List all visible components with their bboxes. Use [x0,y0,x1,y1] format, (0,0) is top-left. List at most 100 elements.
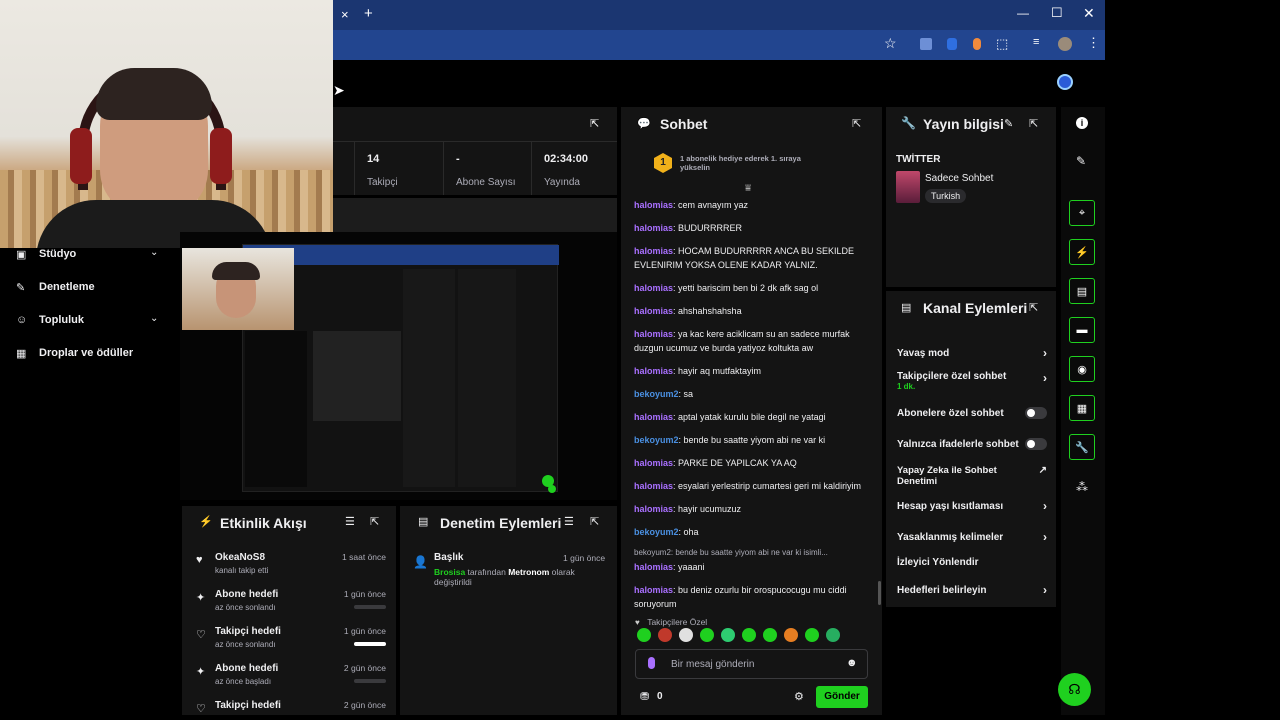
sidebar-item-topluluk[interactable]: ☺ Topluluk ⌄ [16,313,166,328]
help-button[interactable]: ☊ [1058,673,1091,706]
filter-icon[interactable]: ⩸ [745,183,751,194]
chat-username[interactable]: bekoyum2 [634,435,679,445]
wrench-icon: ✎ [16,282,26,294]
rail-wrench-button[interactable]: 🔧 [1069,434,1095,460]
chat-username[interactable]: halomias [634,366,673,376]
chat-username[interactable]: bekoyum2 [634,389,679,399]
filter-lines-icon[interactable]: ☰ [345,515,355,528]
popout-icon[interactable]: ⇱ [590,515,599,528]
chat-username[interactable]: halomias [634,481,673,491]
profile-avatar[interactable] [1058,37,1072,51]
set-goals-row[interactable]: Hedefleri belirleyin › [897,583,1047,597]
chat-username[interactable]: halomias [634,200,673,210]
subscribers-only-row: Abonelere özel sohbet [897,407,1047,419]
mic-icon[interactable] [648,657,655,669]
sidebar-item-label: Droplar ve ödüller [39,347,134,359]
emote-icon[interactable] [784,628,798,642]
new-tab-button[interactable]: + [364,5,373,22]
sidebar-item-denetleme[interactable]: ✎ Denetleme [16,281,166,295]
emote-icon[interactable] [679,628,693,642]
emote-icon[interactable] [805,628,819,642]
feed-item[interactable]: ♡ Takipçi hedefi 2 gün önce [196,700,386,715]
emote-icon[interactable] [721,628,735,642]
feed-item[interactable]: ✦ Abone hedefi az önce sonlandı 1 gün ön… [196,589,386,617]
raid-row[interactable]: İzleyici Yönlendir [897,557,1047,568]
rail-note-button[interactable]: ▤ [1069,278,1095,304]
translate-icon[interactable] [920,38,932,50]
chat-username[interactable]: halomias [634,306,673,316]
edit-icon[interactable]: ✎ [1004,117,1013,130]
info-icon[interactable]: i [1076,117,1088,129]
mod-item-desc: Brosisa tarafından Metronom olarak değiş… [434,567,609,587]
sidebar-item-studyo[interactable]: ▣ Stüdyo ⌄ [16,247,166,262]
mod-actor[interactable]: Brosisa [434,567,465,577]
emote-icon[interactable] [763,628,777,642]
close-window-button[interactable]: ✕ [1083,5,1095,22]
chat-username[interactable]: halomias [634,412,673,422]
feed-item[interactable]: ✦ Abone hedefi az önce başladı 2 gün önc… [196,663,386,691]
feed-item[interactable]: ♡ Takipçi hedefi az önce sonlandı 1 gün … [196,626,386,654]
chat-username[interactable]: halomias [634,283,673,293]
emote-icon[interactable] [658,628,672,642]
emoji-icon[interactable]: ☻ [846,657,858,669]
rail-broadcast-button[interactable]: ◉ [1069,356,1095,382]
emote-only-toggle[interactable] [1025,438,1047,450]
rail-card-button[interactable]: ▦ [1069,395,1095,421]
language-tag[interactable]: Turkish [925,189,967,203]
account-age-row[interactable]: Hesap yaşı kısıtlaması › [897,499,1047,513]
emote-icon[interactable] [637,628,651,642]
chat-username[interactable]: halomias [634,504,673,514]
rail-scan-button[interactable]: ⌖ [1069,200,1095,226]
minimize-button[interactable]: — [1017,6,1029,20]
wrench-icon: 🔧 [901,116,916,130]
emote-icon[interactable] [826,628,840,642]
chat-message: halomias: esyalari yerlestirip cumartesi… [634,476,870,496]
hype-banner[interactable]: 1 1 abonelik hediye ederek 1. sıraya yük… [654,153,854,177]
emote-icon[interactable] [742,628,756,642]
sidebar-item-droplar[interactable]: ▦ Droplar ve ödüller [16,347,166,361]
chat-username[interactable]: halomias [634,585,673,595]
chevron-right-icon: › [1043,530,1047,544]
reply-preview[interactable]: bekoyum2: bende bu saatte yiyom abi ne v… [634,548,870,557]
popout-icon[interactable]: ⇱ [370,515,379,528]
chat-settings-icon[interactable]: ⚙ [794,690,804,703]
star-icon[interactable]: ☆ [884,35,897,52]
rail-share-icon[interactable]: ⁂ [1076,480,1088,494]
kick-logo-icon[interactable] [1057,74,1073,90]
points-icon[interactable]: ⛃ [640,690,649,703]
emote-icon[interactable] [700,628,714,642]
chat-username[interactable]: halomias [634,246,673,256]
chat-input-box[interactable]: Bir mesaj gönderin ☻ [635,649,868,679]
subscribers-only-toggle[interactable] [1025,407,1047,419]
filter-lines-icon[interactable]: ☰ [564,515,574,528]
menu-kebab-icon[interactable]: ⋮ [1087,35,1100,51]
chat-message: halomias: HOCAM BUDURRRRR ANCA BU SEKILD… [634,241,870,275]
chat-username[interactable]: halomias [634,458,673,468]
chat-username[interactable]: halomias [634,562,673,572]
ai-moderation-row[interactable]: Yapay Zeka ile Sohbet Denetimi ↗ [897,465,1047,487]
extension-orange-icon[interactable] [973,38,981,50]
chat-username[interactable]: halomias [634,223,673,233]
feed-item[interactable]: ♥ OkeaNoS8 kanalı takip etti 1 saat önce [196,552,386,580]
followers-only-chat-row[interactable]: Takipçilere özel sohbet 1 dk. › [897,371,1047,391]
popout-icon[interactable]: ⇱ [590,117,599,130]
chat-scrollbar[interactable] [878,581,881,605]
send-button[interactable]: Gönder [816,686,868,708]
chat-username[interactable]: bekoyum2 [634,527,679,537]
popout-icon[interactable]: ⇱ [852,117,861,130]
extension-blue-icon[interactable] [947,38,957,50]
popout-icon[interactable]: ⇱ [1029,117,1038,130]
tab-close-icon[interactable]: × [341,7,349,22]
chat-message: halomias: ya kac kere aciklicam su an sa… [634,324,870,358]
rail-bolt-button[interactable]: ⚡ [1069,239,1095,265]
rail-chat-button[interactable]: ▬ [1069,317,1095,343]
chat-text: : aptal yatak kurulu bile degil ne yatag… [673,412,826,422]
slow-mode-row[interactable]: Yavaş mod › [897,346,1047,360]
media-icon[interactable]: ≡ [1033,36,1039,48]
puzzle-icon[interactable]: ⬚ [996,36,1008,52]
maximize-button[interactable]: ☐ [1051,5,1063,21]
popout-icon[interactable]: ⇱ [1029,301,1038,314]
chat-username[interactable]: halomias [634,329,673,339]
banned-words-row[interactable]: Yasaklanmış kelimeler › [897,530,1047,544]
pencil-icon[interactable]: ✎ [1076,154,1086,168]
